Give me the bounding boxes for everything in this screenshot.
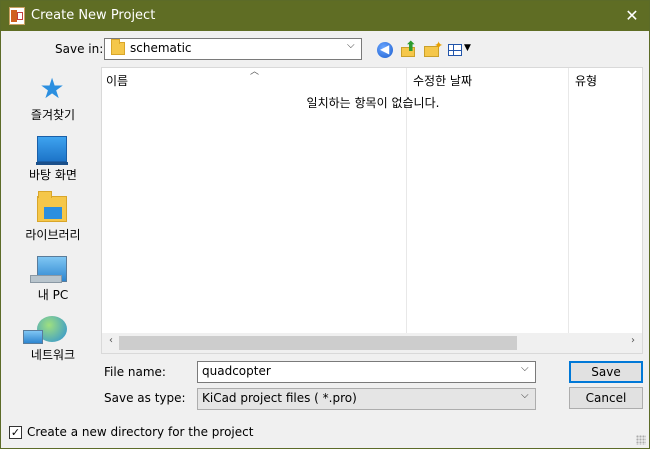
create-project-dialog: Create New Project ✕ Save in: schematic …	[0, 0, 650, 449]
file-name-input[interactable]: quadcopter ⌵	[197, 361, 536, 383]
view-menu-button[interactable]: ▼	[447, 41, 473, 59]
horizontal-scrollbar[interactable]: ‹ ›	[102, 333, 642, 353]
new-directory-label[interactable]: Create a new directory for the project	[27, 425, 253, 439]
sort-ascending-icon: ︿	[250, 67, 260, 77]
place-label: 즐겨찾기	[30, 108, 76, 122]
window-title: Create New Project	[31, 8, 156, 23]
chevron-down-icon: ⌵	[347, 40, 355, 51]
this-pc-icon	[30, 256, 67, 283]
place-network[interactable]: 네트워크	[9, 308, 97, 368]
file-list[interactable]: 이름 ︿ 수정한 날짜 유형 일치하는 항목이 없습니다. ‹ ›	[101, 67, 643, 354]
place-libraries[interactable]: 라이브러리	[9, 188, 97, 248]
cancel-button[interactable]: Cancel	[569, 387, 643, 409]
place-this-pc[interactable]: 내 PC	[9, 248, 97, 308]
view-grid-icon	[448, 44, 462, 56]
place-label: 네트워크	[30, 348, 76, 362]
column-header-type[interactable]: 유형	[575, 68, 597, 90]
new-directory-checkbox[interactable]: ✓	[9, 426, 22, 439]
close-icon: ✕	[625, 6, 639, 25]
file-name-label: File name:	[104, 365, 166, 379]
file-name-value: quadcopter	[202, 364, 271, 378]
save-as-type-label: Save as type:	[104, 391, 186, 405]
place-desktop[interactable]: 바탕 화면	[9, 128, 97, 188]
place-favorites[interactable]: ★ 즐겨찾기	[9, 68, 97, 128]
desktop-icon	[36, 136, 68, 165]
place-label: 라이브러리	[25, 228, 81, 242]
folder-icon	[111, 39, 125, 55]
scroll-right-icon[interactable]: ›	[626, 335, 640, 351]
scrollbar-thumb[interactable]	[119, 336, 517, 350]
dropdown-arrow-icon: ▼	[464, 43, 471, 53]
save-in-dropdown[interactable]: schematic ⌵	[104, 38, 362, 60]
column-header-date-modified[interactable]: 수정한 날짜	[413, 68, 472, 90]
close-button[interactable]: ✕	[619, 3, 645, 29]
save-as-type-dropdown[interactable]: KiCad project files ( *.pro) ⌵	[197, 388, 536, 410]
new-folder-button[interactable]: ✦	[423, 39, 443, 59]
back-button[interactable]: ◀	[376, 41, 394, 59]
places-bar: ★ 즐겨찾기 바탕 화면 라이브러리 내 PC 네트워크	[9, 68, 97, 366]
chevron-down-icon: ⌵	[521, 390, 529, 401]
column-header-name[interactable]: 이름	[106, 68, 128, 90]
empty-list-message: 일치하는 항목이 없습니다.	[306, 96, 440, 110]
title-bar[interactable]: Create New Project ✕	[1, 1, 649, 31]
scroll-left-icon[interactable]: ‹	[104, 335, 118, 351]
kicad-app-icon	[9, 7, 25, 25]
save-in-value: schematic	[130, 41, 192, 55]
save-button[interactable]: Save	[569, 361, 643, 383]
save-in-label: Save in:	[55, 42, 104, 56]
place-label: 바탕 화면	[29, 168, 77, 182]
star-icon: ★	[39, 72, 65, 105]
chevron-down-icon[interactable]: ⌵	[521, 363, 531, 374]
libraries-icon	[37, 191, 67, 222]
up-one-level-button[interactable]: ⬆	[400, 39, 418, 59]
place-label: 내 PC	[37, 288, 69, 302]
save-as-type-value: KiCad project files ( *.pro)	[202, 391, 357, 405]
resize-grip-icon[interactable]	[636, 435, 646, 445]
network-icon	[23, 316, 67, 344]
